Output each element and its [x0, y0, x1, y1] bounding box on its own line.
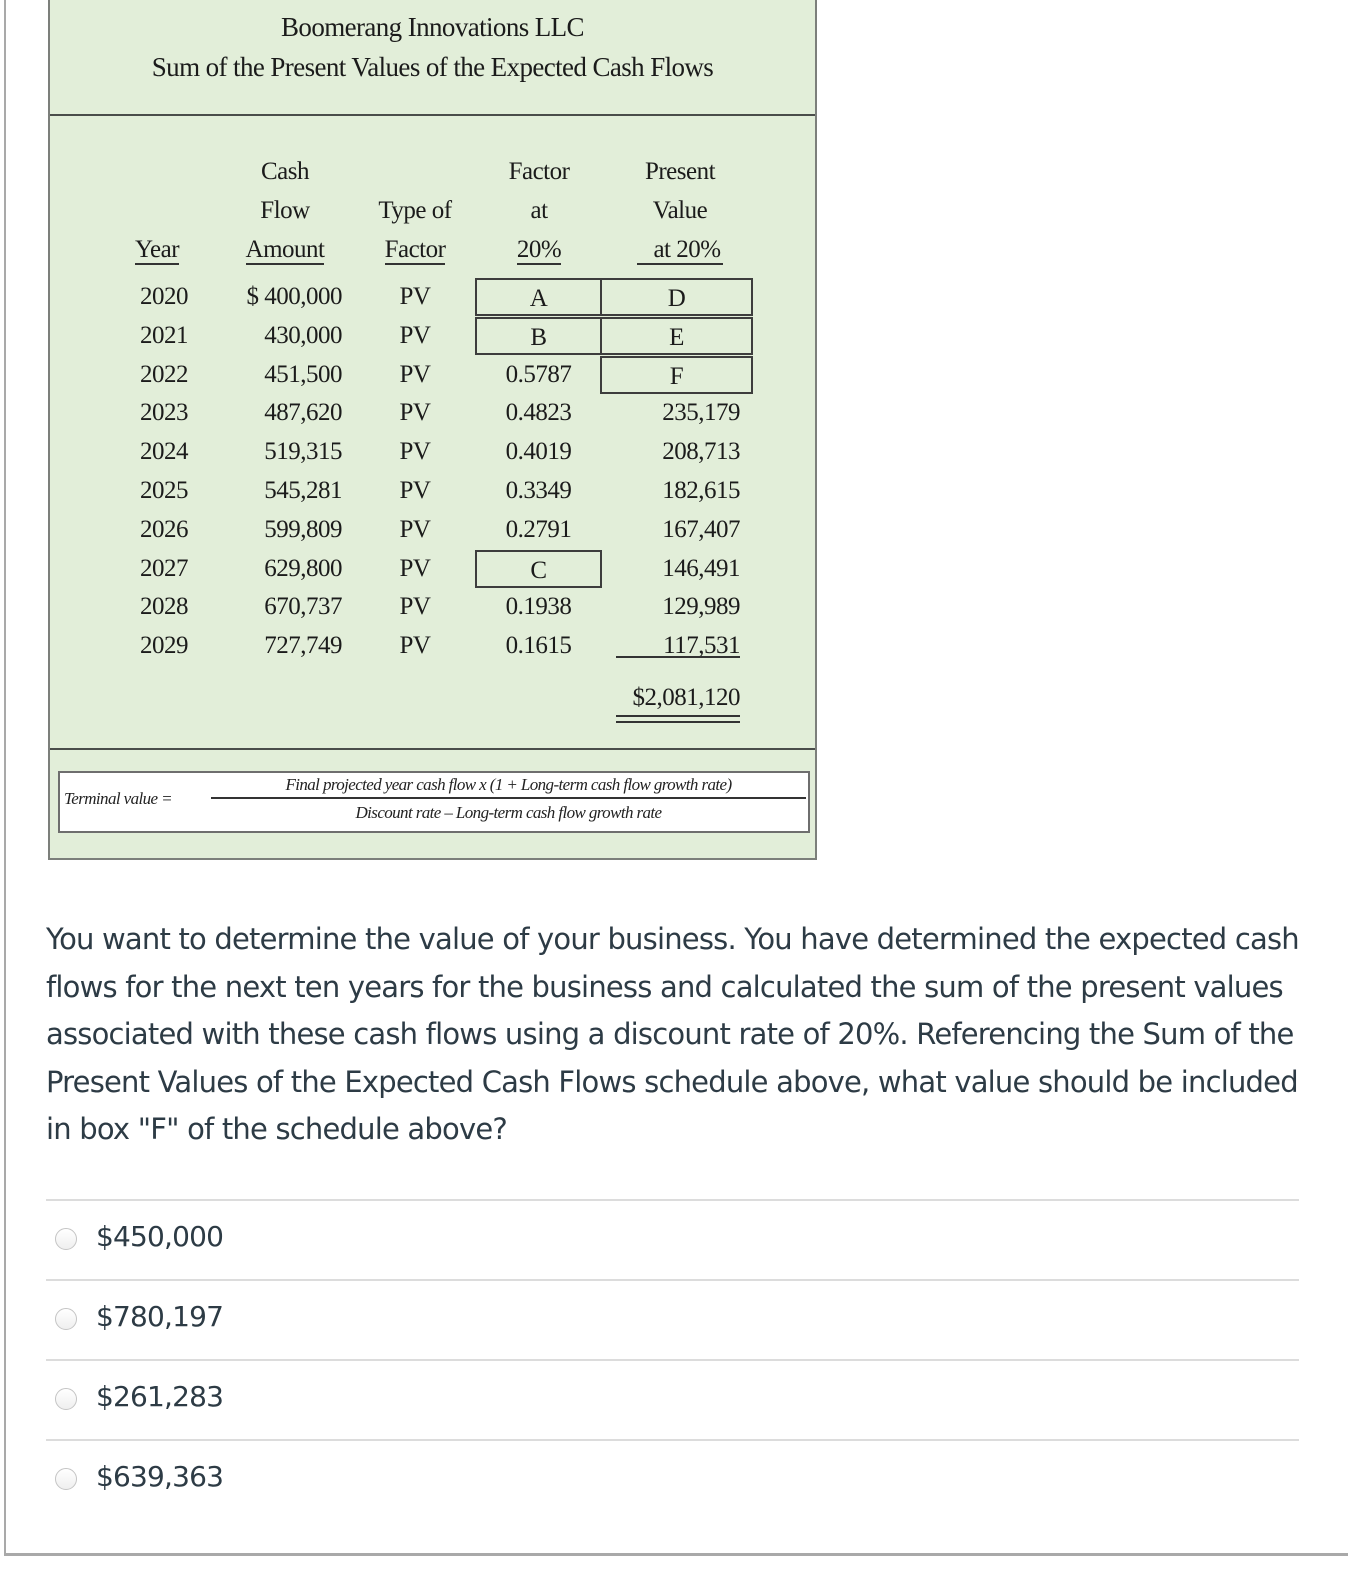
schedule-footer: Terminal value = Final projected year ca…: [50, 748, 815, 860]
row-year: 2022: [140, 360, 189, 388]
row-factor: 0.4019: [505, 438, 572, 466]
answer-label[interactable]: $261,283: [96, 1380, 224, 1413]
answer-option[interactable]: $261,283: [46, 1359, 1299, 1439]
header-factor-line1: Factor: [508, 158, 570, 185]
row-factor-type: PV: [399, 632, 431, 660]
header-year: Year: [126, 230, 188, 269]
row-year: 2023: [140, 399, 189, 427]
header-amount-line1: Cash: [261, 158, 310, 185]
row-present-value: 182,615: [662, 477, 740, 504]
row-factor-type: PV: [399, 399, 431, 427]
row-year: 2026: [140, 515, 189, 543]
row-factor: 0.4823: [505, 399, 572, 427]
row-year: 2021: [140, 321, 189, 349]
formula-numerator: Final projected year cash flow x (1 + Lo…: [211, 775, 806, 799]
row-amount: 451,500: [264, 360, 342, 388]
row-amount: 727,749: [264, 632, 342, 660]
row-present-value: 129,989: [662, 593, 740, 621]
radio-button[interactable]: [55, 1468, 77, 1490]
header-amount: Cash Flow Amount: [230, 152, 340, 269]
row-factor-type: PV: [399, 515, 431, 543]
schedule-title: Sum of the Present Values of the Expecte…: [151, 52, 714, 82]
row-year: 2027: [140, 554, 189, 582]
radio-button[interactable]: [55, 1388, 77, 1410]
formula-label: Terminal value =: [64, 789, 173, 808]
company-name: Boomerang Innovations LLC: [281, 12, 585, 42]
header-amount-line2: Flow: [260, 197, 310, 224]
row-year: 2028: [140, 593, 189, 621]
answer-label[interactable]: $639,363: [96, 1460, 224, 1493]
row-year: 2020: [140, 283, 189, 310]
answer-option[interactable]: $780,197: [46, 1279, 1299, 1359]
row-factor-type: PV: [399, 554, 431, 582]
header-type-line1: Type of: [378, 197, 452, 224]
row-factor: 0.1615: [505, 632, 572, 660]
header-pv-line2: Value: [652, 197, 708, 224]
answer-box-d: D: [600, 278, 753, 316]
row-present-value: 146,491: [662, 554, 740, 582]
cash-flow-schedule: Boomerang Innovations LLC Sum of the Pre…: [48, 0, 817, 860]
answer-box-e: E: [600, 316, 753, 355]
answer-box-c: C: [475, 549, 602, 588]
answer-box-a: A: [475, 278, 602, 316]
row-amount: 545,281: [264, 477, 342, 504]
row-factor: 0.5787: [505, 360, 572, 388]
subtotal-rule: [616, 656, 740, 658]
row-factor: 0.2791: [505, 515, 572, 543]
row-amount: 487,620: [264, 399, 342, 427]
header-factor-line3: 20%: [516, 236, 562, 265]
row-factor-type: PV: [399, 438, 431, 466]
row-factor-type: PV: [399, 593, 431, 621]
answer-box-f: F: [600, 355, 753, 394]
radio-button[interactable]: [55, 1228, 77, 1250]
row-factor-type: PV: [399, 360, 431, 388]
row-amount: 599,809: [264, 515, 342, 543]
answer-label[interactable]: $450,000: [96, 1220, 224, 1253]
answer-label[interactable]: $780,197: [96, 1300, 224, 1333]
header-amount-line3: Amount: [245, 236, 325, 265]
terminal-value-formula: Terminal value = Final projected year ca…: [58, 771, 810, 833]
total-double-rule: [616, 715, 740, 723]
row-year: 2024: [140, 438, 189, 466]
formula-denominator: Discount rate – Long-term cash flow grow…: [355, 803, 663, 822]
answer-options: $450,000 $780,197 $261,283 $639,363: [46, 1199, 1299, 1519]
question-text: You want to determine the value of your …: [46, 922, 1300, 1146]
total-present-value: $2,081,120: [632, 684, 741, 711]
row-amount: 430,000: [264, 321, 342, 349]
header-factor: Factor at 20%: [482, 152, 596, 269]
answer-option[interactable]: $450,000: [46, 1199, 1299, 1279]
header-pv: Present Value at 20%: [610, 152, 750, 269]
answer-option[interactable]: $639,363: [46, 1439, 1299, 1519]
header-pv-line3: at 20%: [637, 236, 723, 265]
row-factor: 0.3349: [505, 477, 572, 504]
row-amount: 629,800: [264, 554, 342, 582]
row-present-value: 167,407: [662, 515, 740, 543]
row-present-value: 235,179: [662, 399, 740, 427]
header-year-label: Year: [134, 236, 180, 265]
row-present-value: 117,531: [663, 632, 740, 660]
row-amount: 670,737: [264, 593, 342, 621]
row-year: 2029: [140, 632, 189, 660]
row-factor-type: PV: [399, 321, 431, 349]
row-amount: 519,315: [264, 438, 342, 466]
row-amount: $ 400,000: [246, 283, 343, 310]
row-factor: 0.1938: [505, 593, 572, 621]
header-pv-line1: Present: [644, 158, 716, 185]
radio-button[interactable]: [55, 1308, 77, 1330]
row-year: 2025: [140, 477, 189, 504]
schedule-header: Boomerang Innovations LLC Sum of the Pre…: [50, 0, 815, 116]
header-type-line2: Factor: [384, 236, 446, 265]
row-present-value: 208,713: [662, 438, 740, 466]
header-type: Type of Factor: [360, 191, 470, 269]
row-factor-type: PV: [399, 283, 431, 310]
answer-box-b: B: [475, 316, 602, 355]
header-factor-line2: at: [530, 197, 548, 224]
row-factor-type: PV: [399, 477, 431, 504]
